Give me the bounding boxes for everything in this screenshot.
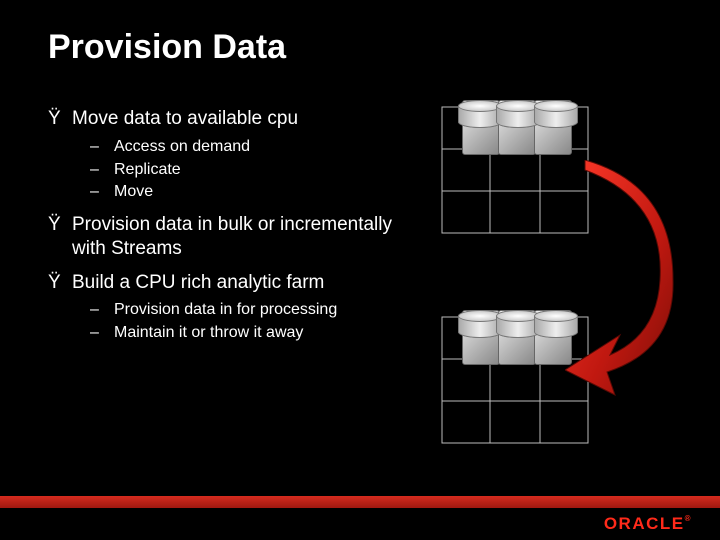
- bullet-marker: –: [90, 323, 114, 344]
- arrow-icon: [565, 160, 675, 400]
- footer-black-bar: ORACLE®: [0, 508, 720, 540]
- bullet-lvl1: Ÿ Provision data in bulk or incrementall…: [48, 213, 408, 261]
- bullet-marker: –: [90, 160, 114, 181]
- bullet-marker: –: [90, 300, 114, 321]
- text-column: Ÿ Move data to available cpu – Access on…: [48, 97, 408, 346]
- database-icon: [534, 100, 578, 130]
- bullet-marker: –: [90, 182, 114, 203]
- bullet-marker: –: [90, 137, 114, 158]
- logo-text: ORACLE: [604, 514, 685, 533]
- bullet-lvl2: – Replicate: [90, 160, 408, 181]
- bullet-text: Provision data in bulk or incrementally …: [72, 213, 408, 261]
- slide-title: Provision Data: [0, 0, 720, 67]
- bullet-list: Ÿ Move data to available cpu – Access on…: [48, 107, 408, 344]
- oracle-logo: ORACLE®: [604, 514, 692, 534]
- bullet-lvl2: – Move: [90, 182, 408, 203]
- bullet-lvl2: – Access on demand: [90, 137, 408, 158]
- bullet-text: Move: [114, 182, 153, 203]
- bullet-text: Move data to available cpu: [72, 107, 298, 131]
- bullet-marker: Ÿ: [48, 213, 72, 261]
- bullet-text: Access on demand: [114, 137, 250, 158]
- bullet-text: Build a CPU rich analytic farm: [72, 271, 324, 295]
- footer: ORACLE®: [0, 496, 720, 540]
- footer-red-bar: [0, 496, 720, 508]
- logo-registered: ®: [685, 514, 692, 523]
- bullet-lvl2: – Provision data in for processing: [90, 300, 408, 321]
- bullet-text: Maintain it or throw it away: [114, 323, 303, 344]
- bullet-lvl1: Ÿ Build a CPU rich analytic farm: [48, 271, 408, 295]
- bullet-lvl2: – Maintain it or throw it away: [90, 323, 408, 344]
- graphic-column: [420, 100, 690, 480]
- bullet-text: Provision data in for processing: [114, 300, 337, 321]
- bullet-marker: Ÿ: [48, 107, 72, 131]
- bullet-lvl1: Ÿ Move data to available cpu: [48, 107, 408, 131]
- slide: Provision Data Ÿ Move data to available …: [0, 0, 720, 540]
- bullet-marker: Ÿ: [48, 271, 72, 295]
- bullet-text: Replicate: [114, 160, 181, 181]
